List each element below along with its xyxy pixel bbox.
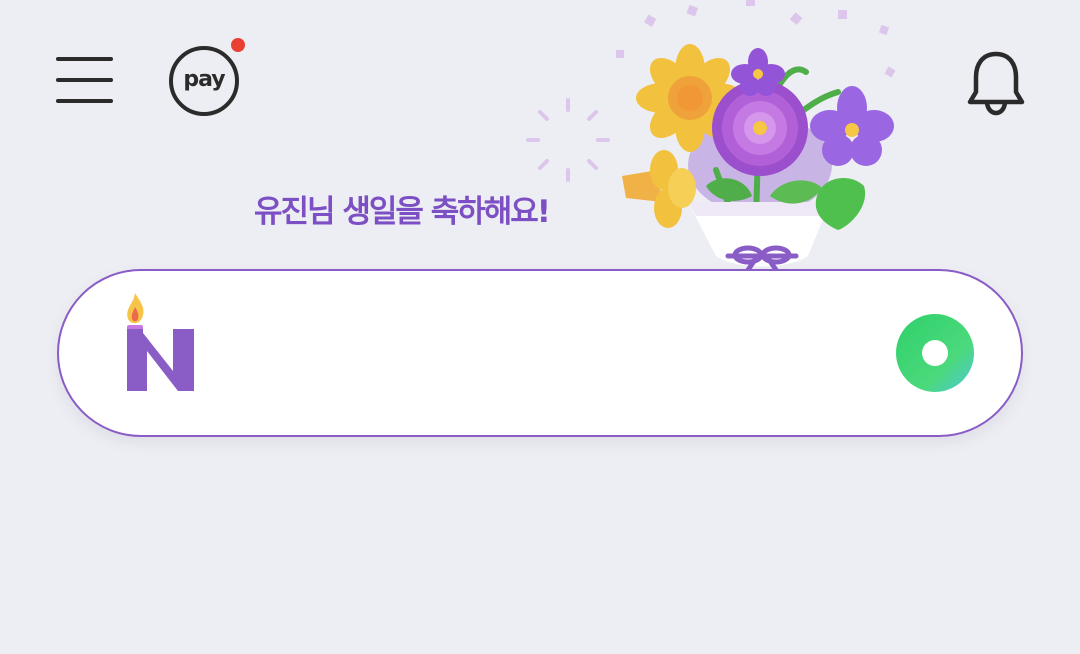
bell-icon — [967, 51, 1025, 116]
naver-home-page: pay 유진님 생일을 축하해요! — [0, 0, 1080, 654]
search-bar[interactable] — [57, 269, 1023, 437]
green-circle-search-icon[interactable] — [893, 311, 977, 395]
search-input[interactable] — [219, 321, 883, 387]
notification-button[interactable] — [958, 44, 1034, 120]
pay-notification-dot — [231, 38, 245, 52]
pay-button[interactable]: pay — [160, 36, 252, 124]
naver-birthday-candle-logo-icon — [127, 293, 194, 391]
birthday-greeting: 유진님 생일을 축하해요! — [254, 194, 551, 230]
flower-bouquet-illustration — [526, 0, 896, 273]
menu-button[interactable] — [50, 48, 120, 112]
pay-label: pay — [169, 46, 239, 116]
hamburger-menu-icon — [56, 57, 113, 103]
